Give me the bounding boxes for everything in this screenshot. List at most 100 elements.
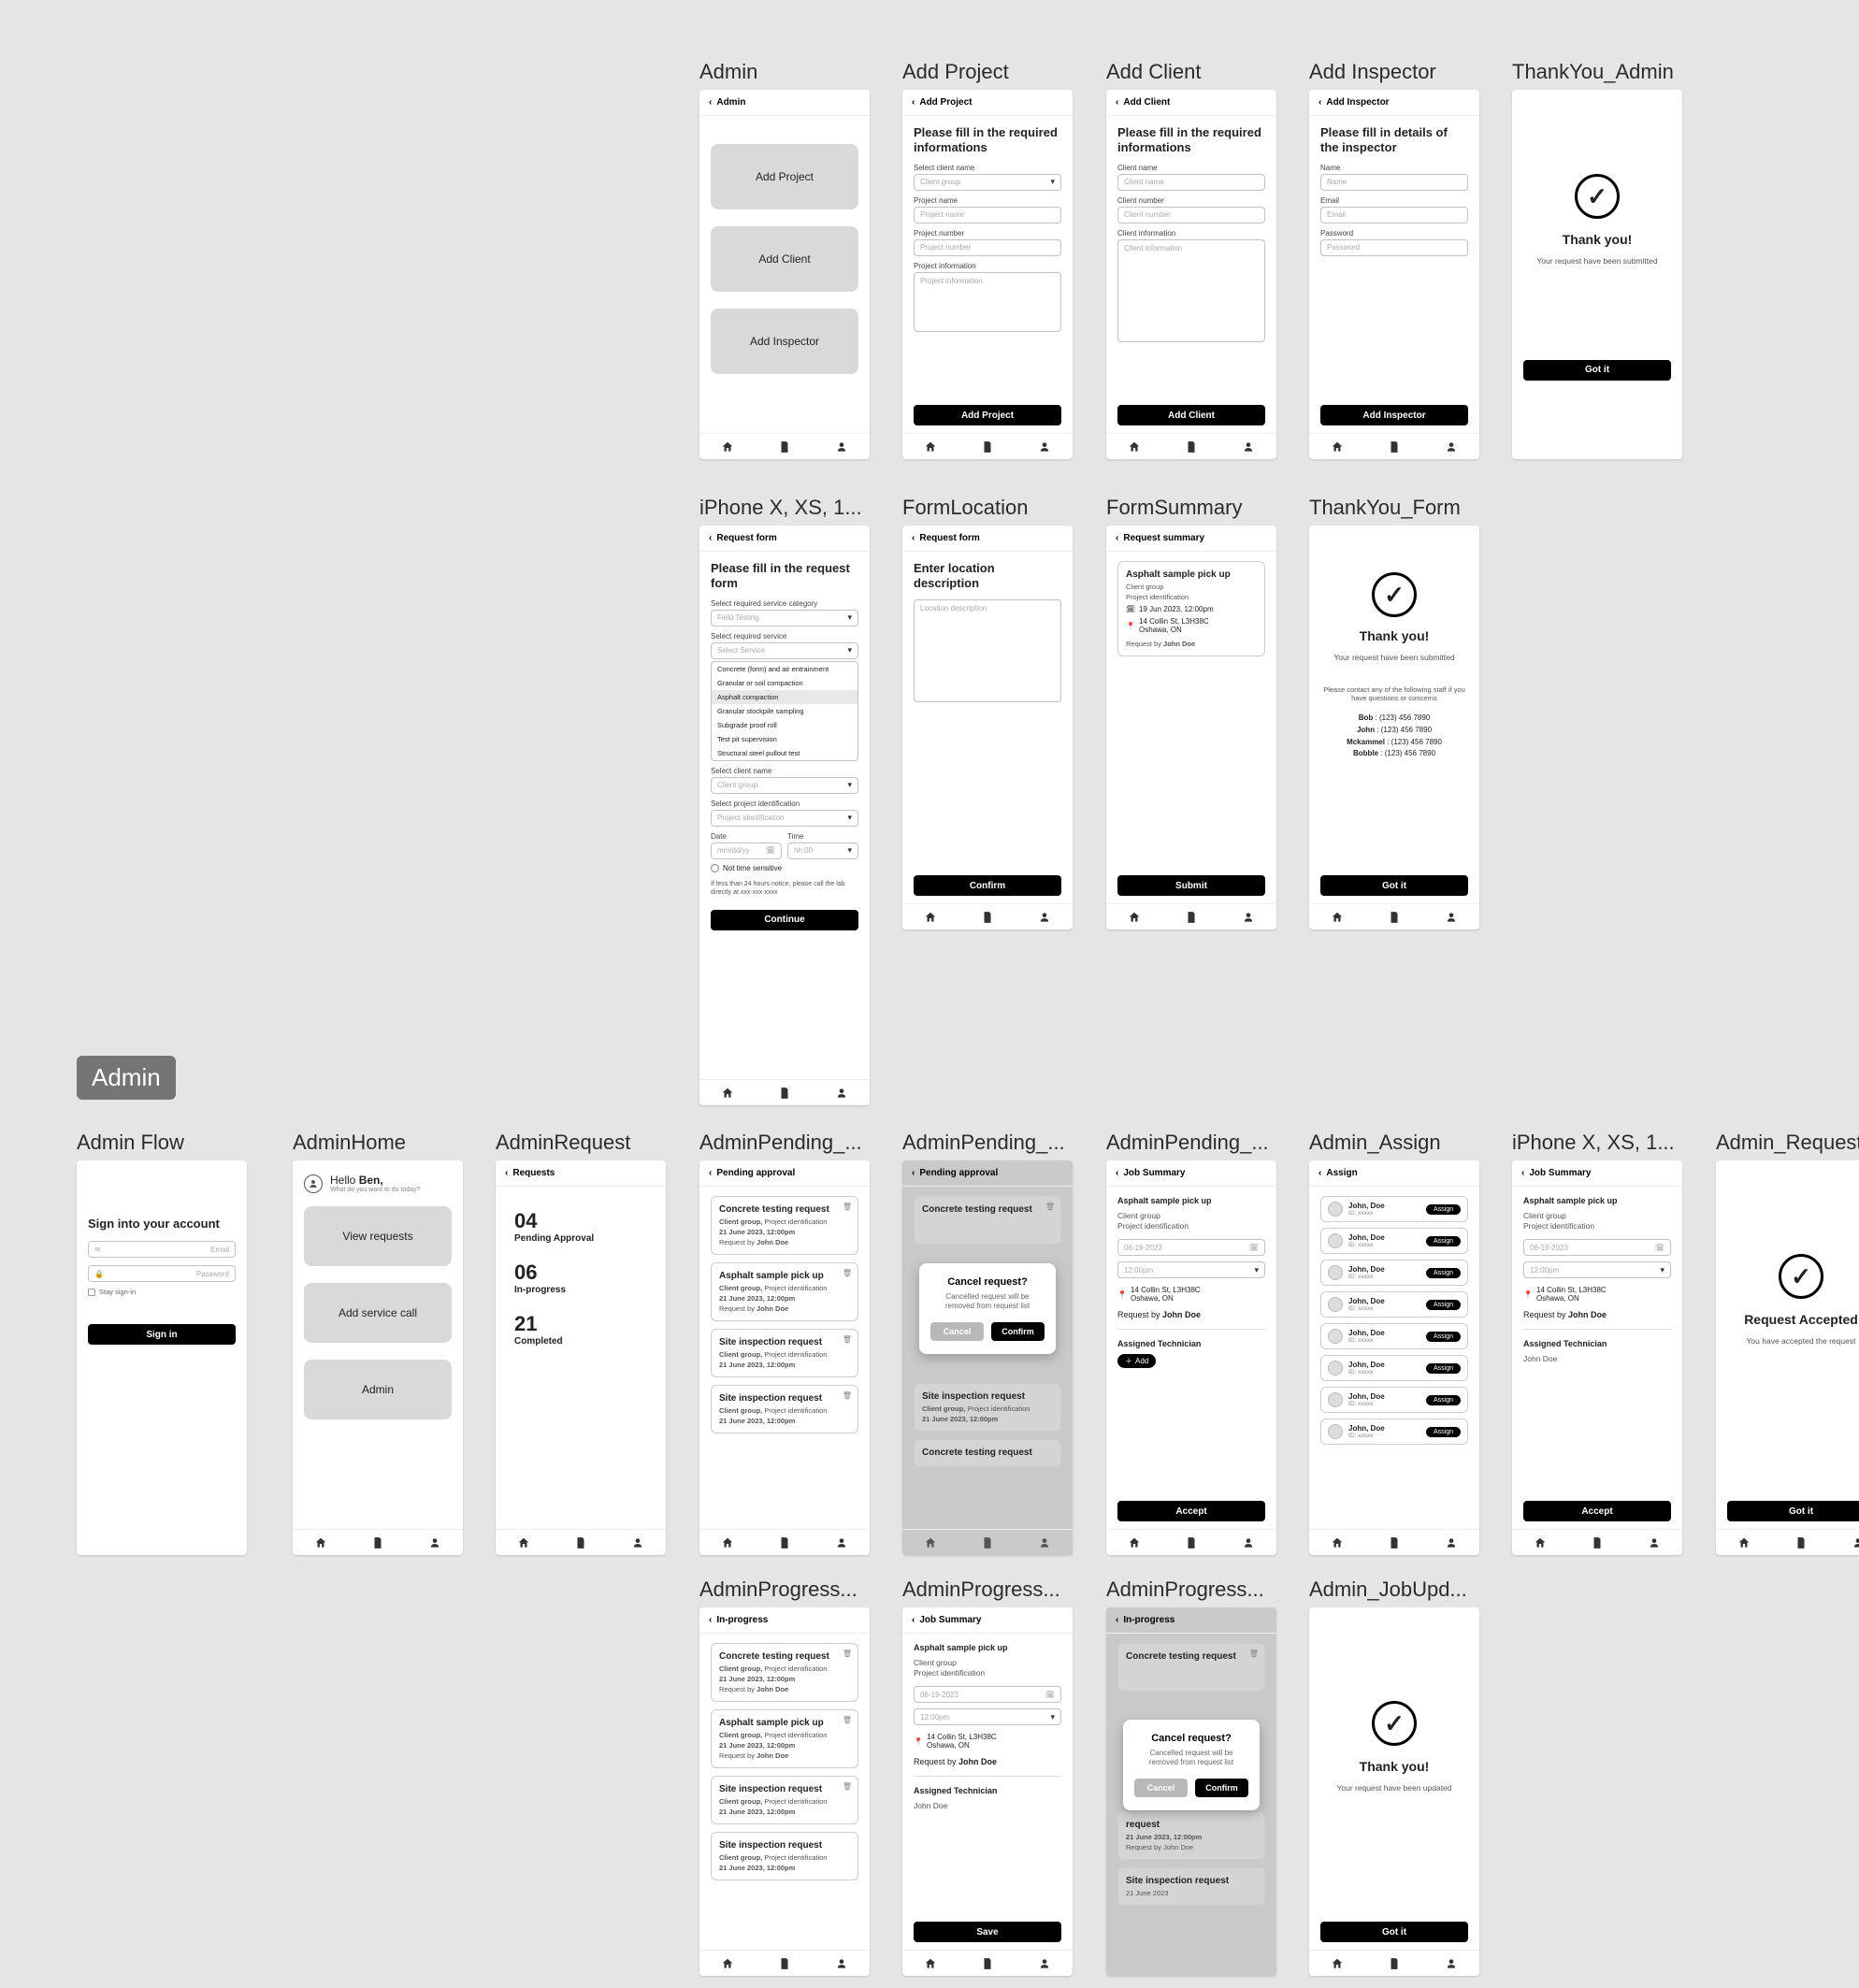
trash-icon[interactable]: 🗑 — [843, 1716, 852, 1724]
request-card[interactable]: 🗑 Asphalt sample pick up Client group, P… — [711, 1709, 858, 1768]
home-icon[interactable] — [1331, 911, 1344, 924]
chevron-left-icon[interactable]: ‹ — [912, 97, 915, 108]
trash-icon[interactable]: 🗑 — [843, 1335, 852, 1344]
submit-button[interactable]: Submit — [1117, 875, 1265, 896]
assign-button[interactable]: Assign — [1426, 1395, 1461, 1405]
date-input[interactable]: mm/dd/yy🗓 — [711, 843, 782, 859]
time-input[interactable]: 12:00pm — [914, 1708, 1061, 1725]
chevron-left-icon[interactable]: ‹ — [505, 1168, 508, 1178]
trash-icon[interactable]: 🗑 — [843, 1649, 852, 1658]
user-icon[interactable] — [835, 440, 848, 454]
project-info-textarea[interactable]: Project information — [914, 272, 1061, 332]
assign-row[interactable]: John, DoeID: xxxxxAssign — [1320, 1387, 1468, 1413]
home-icon[interactable] — [1128, 911, 1141, 924]
got-it-button[interactable]: Got it — [1320, 1922, 1468, 1942]
file-icon[interactable] — [981, 911, 994, 924]
not-time-sensitive-radio[interactable]: Not time sensitive — [711, 864, 858, 872]
assign-button[interactable]: Assign — [1426, 1427, 1461, 1437]
user-icon[interactable] — [1038, 911, 1051, 924]
completed-stat[interactable]: 21Completed — [514, 1312, 655, 1347]
password-input[interactable]: 🔒Password — [88, 1265, 236, 1282]
chevron-left-icon[interactable]: ‹ — [709, 1168, 712, 1178]
file-icon[interactable] — [981, 440, 994, 454]
request-card[interactable]: 🗑 Concrete testing request Client group,… — [711, 1196, 858, 1255]
file-icon[interactable] — [778, 1957, 791, 1970]
home-icon[interactable] — [721, 1087, 734, 1100]
home-icon[interactable] — [1128, 1536, 1141, 1549]
got-it-button[interactable]: Got it — [1320, 875, 1468, 896]
assign-button[interactable]: Assign — [1426, 1300, 1461, 1310]
file-icon[interactable] — [778, 440, 791, 454]
request-card[interactable]: 🗑 Site inspection request Client group, … — [711, 1329, 858, 1377]
popup-cancel-button[interactable]: Cancel — [930, 1322, 984, 1341]
accept-button[interactable]: Accept — [1523, 1501, 1671, 1521]
user-icon[interactable] — [835, 1957, 848, 1970]
popup-cancel-button[interactable]: Cancel — [1134, 1779, 1188, 1797]
inprogress-stat[interactable]: 06In-progress — [514, 1261, 655, 1295]
home-icon[interactable] — [721, 1957, 734, 1970]
file-icon[interactable] — [1185, 1536, 1198, 1549]
file-icon[interactable] — [981, 1957, 994, 1970]
location-textarea[interactable]: Location description — [914, 599, 1061, 702]
chevron-left-icon[interactable]: ‹ — [1319, 97, 1321, 108]
chevron-left-icon[interactable]: ‹ — [1116, 97, 1118, 108]
file-icon[interactable] — [1388, 1536, 1401, 1549]
signin-button[interactable]: Sign in — [88, 1324, 236, 1345]
user-icon[interactable] — [1038, 1536, 1051, 1549]
user-icon[interactable] — [1445, 1536, 1458, 1549]
client-select[interactable]: Client group — [914, 174, 1061, 191]
chevron-left-icon[interactable]: ‹ — [709, 533, 712, 543]
time-input[interactable]: 12:00pm — [1523, 1261, 1671, 1278]
popup-confirm-button[interactable]: Confirm — [1195, 1779, 1248, 1797]
request-card[interactable]: 🗑 Site inspection request Client group, … — [711, 1776, 858, 1824]
chevron-left-icon[interactable]: ‹ — [912, 1615, 915, 1625]
home-icon[interactable] — [721, 1536, 734, 1549]
file-icon[interactable] — [981, 1536, 994, 1549]
request-card[interactable]: 🗑 Concrete testing request Client group,… — [711, 1643, 858, 1702]
chevron-left-icon[interactable]: ‹ — [709, 97, 712, 108]
got-it-button[interactable]: Got it — [1727, 1501, 1859, 1521]
client-number-input[interactable]: Client number — [1117, 207, 1265, 223]
chevron-left-icon[interactable]: ‹ — [1116, 1168, 1118, 1178]
file-icon[interactable] — [778, 1087, 791, 1100]
home-icon[interactable] — [721, 440, 734, 454]
user-icon[interactable] — [631, 1536, 644, 1549]
add-inspector-button[interactable]: Add Inspector — [711, 309, 858, 374]
home-icon[interactable] — [1128, 440, 1141, 454]
user-icon[interactable] — [1445, 911, 1458, 924]
popup-confirm-button[interactable]: Confirm — [991, 1322, 1045, 1341]
file-icon[interactable] — [778, 1536, 791, 1549]
assign-row[interactable]: John, DoeID: xxxxxAssign — [1320, 1228, 1468, 1254]
assign-button[interactable]: Assign — [1426, 1332, 1461, 1342]
user-icon[interactable] — [1242, 440, 1255, 454]
view-requests-button[interactable]: View requests — [304, 1206, 452, 1266]
client-name-input[interactable]: Client name — [1117, 174, 1265, 191]
time-input[interactable]: hh:00 — [787, 843, 858, 859]
got-it-button[interactable]: Got it — [1523, 360, 1671, 381]
file-icon[interactable] — [1185, 911, 1198, 924]
date-input[interactable]: 06-19-2023🗓 — [1523, 1239, 1671, 1256]
user-icon[interactable] — [1038, 1957, 1051, 1970]
chevron-left-icon[interactable]: ‹ — [709, 1615, 712, 1625]
home-icon[interactable] — [517, 1536, 530, 1549]
service-select[interactable]: Select Service — [711, 642, 858, 659]
add-service-call-button[interactable]: Add service call — [304, 1283, 452, 1343]
admin-button[interactable]: Admin — [304, 1360, 452, 1419]
add-project-submit-button[interactable]: Add Project — [914, 405, 1061, 425]
email-input[interactable]: ✉Email — [88, 1241, 236, 1258]
time-input[interactable]: 12:00pm — [1117, 1261, 1265, 1278]
home-icon[interactable] — [1737, 1536, 1751, 1549]
user-icon[interactable] — [1445, 1957, 1458, 1970]
user-icon[interactable] — [1038, 440, 1051, 454]
chevron-left-icon[interactable]: ‹ — [912, 1168, 915, 1178]
assign-row[interactable]: John, DoeID: xxxxxAssign — [1320, 1291, 1468, 1318]
inspector-password-input[interactable]: Password — [1320, 239, 1468, 256]
user-icon[interactable] — [1445, 440, 1458, 454]
assign-button[interactable]: Assign — [1426, 1268, 1461, 1278]
trash-icon[interactable]: 🗑 — [843, 1782, 852, 1791]
project-name-input[interactable]: Project name — [914, 207, 1061, 223]
date-input[interactable]: 06-19-2023🗓 — [914, 1686, 1061, 1703]
file-icon[interactable] — [1388, 440, 1401, 454]
trash-icon[interactable]: 🗑 — [843, 1391, 852, 1400]
add-project-button[interactable]: Add Project — [711, 144, 858, 209]
